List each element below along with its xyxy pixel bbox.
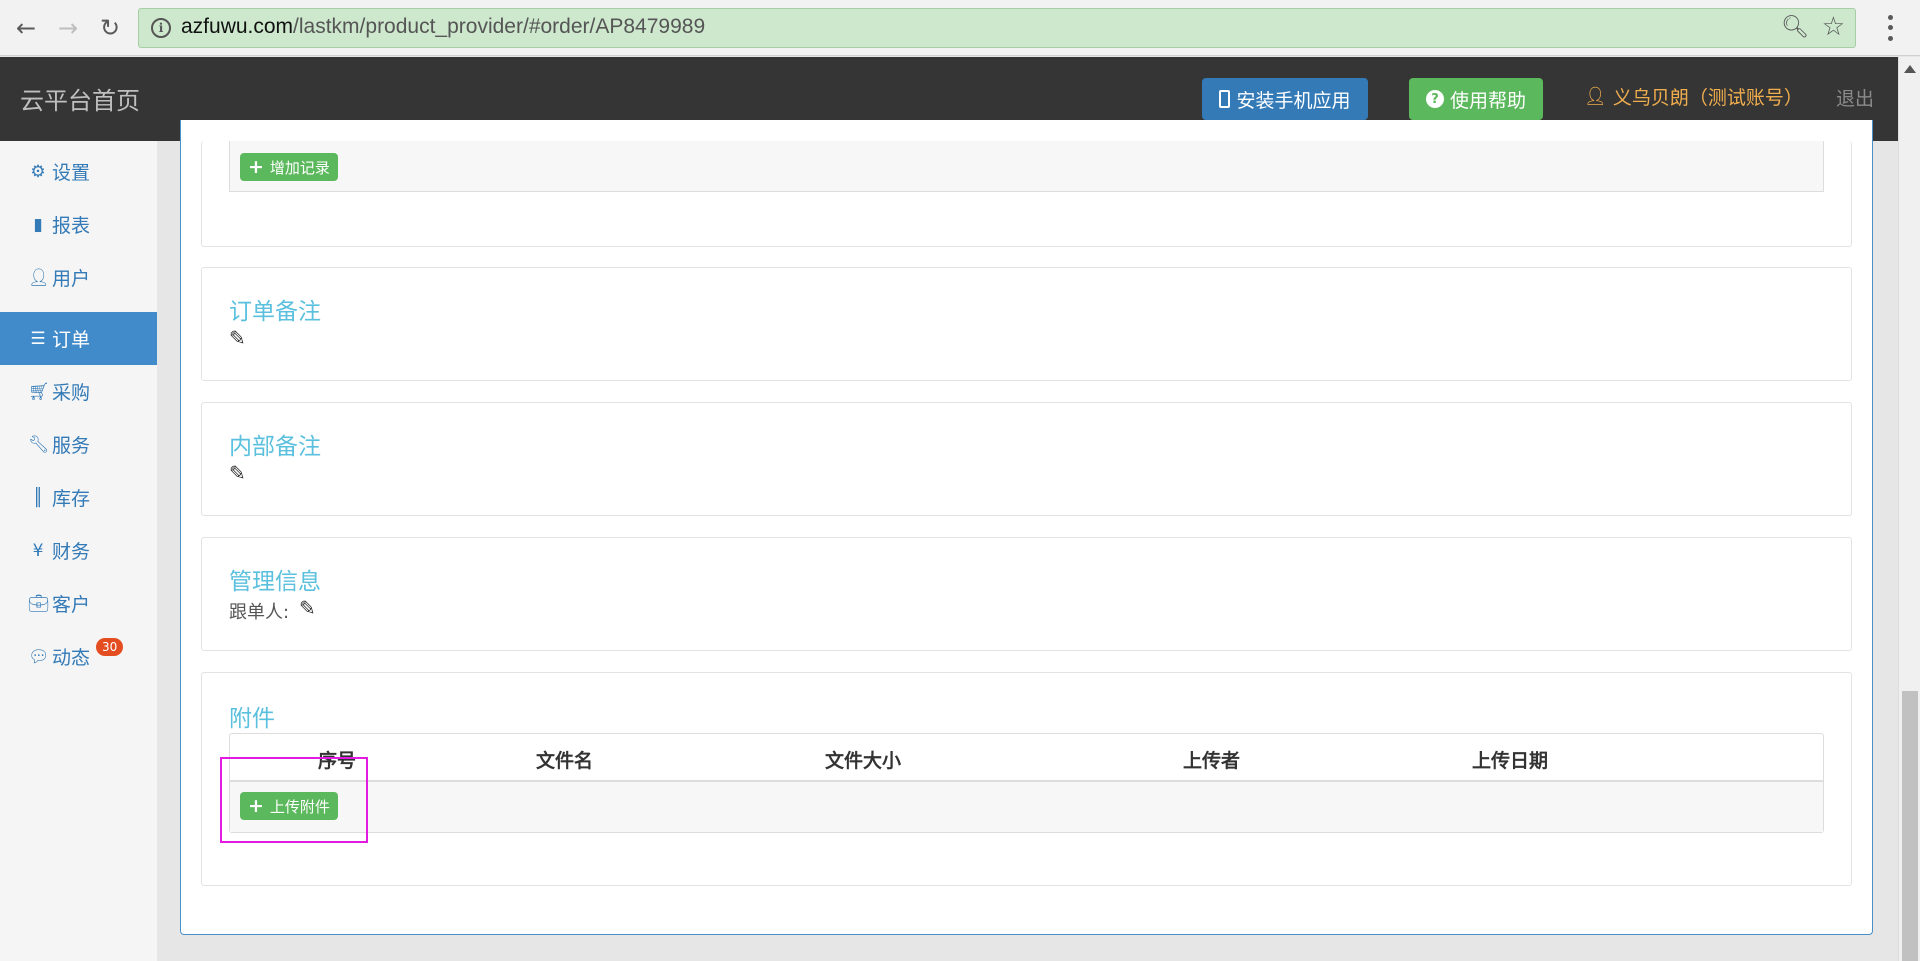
star-icon[interactable]: ☆ xyxy=(1822,12,1845,42)
sidebar-item-label: 采购 xyxy=(52,382,91,404)
table-header: 序号 文件名 文件大小 上传者 上传日期 xyxy=(230,734,1823,782)
help-button[interactable]: ? 使用帮助 xyxy=(1409,78,1543,120)
column-header: 上传日期 xyxy=(1472,750,1549,772)
order-note-section: 订单备注 ✎ xyxy=(201,267,1852,381)
sidebar: ⚙ 设置 ▮ 报表 👤︎ 用户 ☰ 订单 🛒︎ 采购 🔧︎ 服务 ║ 库存 ¥ … xyxy=(0,141,157,961)
internal-note-section: 内部备注 ✎ xyxy=(201,402,1852,516)
page-scrollbar[interactable] xyxy=(1898,57,1920,961)
bar-chart-icon: ▮ xyxy=(33,214,43,235)
menu-dots-icon[interactable] xyxy=(1880,12,1900,44)
internal-note-title: 内部备注 xyxy=(229,434,321,460)
sidebar-item-label: 设置 xyxy=(52,162,91,184)
wrench-icon: 🔧︎ xyxy=(28,434,50,455)
sidebar-item-label: 财务 xyxy=(52,541,91,563)
sidebar-item-purchasing[interactable]: 🛒︎ 采购 xyxy=(0,365,157,418)
add-record-label: 增加记录 xyxy=(269,158,330,177)
pencil-icon[interactable]: ✎ xyxy=(229,461,246,485)
sidebar-item-activity[interactable]: 💬︎ 动态 30 xyxy=(0,630,157,683)
sidebar-item-label: 动态 xyxy=(52,647,91,669)
yen-icon: ¥ xyxy=(32,540,44,561)
brand-link[interactable]: 云平台首页 xyxy=(20,81,140,116)
sidebar-item-users[interactable]: 👤︎ 用户 xyxy=(0,251,157,304)
zoom-icon[interactable]: 🔍︎ xyxy=(1781,15,1809,40)
sidebar-item-services[interactable]: 🔧︎ 服务 xyxy=(0,418,157,471)
sidebar-item-finance[interactable]: ¥ 财务 xyxy=(0,524,157,577)
order-note-title: 订单备注 xyxy=(229,299,321,325)
url-host: azfuwu.com xyxy=(181,15,294,38)
logout-link[interactable]: 退出 xyxy=(1836,84,1874,111)
column-header: 文件名 xyxy=(536,750,594,772)
barcode-icon: ║ xyxy=(32,487,44,508)
notification-badge: 30 xyxy=(96,638,124,656)
user-menu-link[interactable]: 👤︎ 义乌贝朗（测试账号） xyxy=(1584,83,1803,110)
reload-icon[interactable]: ↻ xyxy=(92,10,128,46)
sidebar-item-label: 服务 xyxy=(52,435,91,457)
sidebar-item-label: 用户 xyxy=(52,268,91,290)
pencil-icon[interactable]: ✎ xyxy=(229,326,246,350)
user-icon: 👤︎ xyxy=(1584,86,1607,107)
attachments-title: 附件 xyxy=(229,706,275,732)
address-bar[interactable]: i azfuwu.com/lastkm/product_provider/#or… xyxy=(138,8,1856,48)
records-footer: + 增加记录 xyxy=(229,141,1824,192)
column-header: 文件大小 xyxy=(825,750,902,772)
add-record-button[interactable]: + 增加记录 xyxy=(240,153,338,181)
comment-icon: 💬︎ xyxy=(28,646,50,667)
sidebar-item-label: 库存 xyxy=(52,488,91,510)
user-icon: 👤︎ xyxy=(28,267,50,288)
cog-icon: ⚙ xyxy=(30,161,46,182)
sidebar-item-reports[interactable]: ▮ 报表 xyxy=(0,198,157,251)
forward-arrow-icon[interactable]: → xyxy=(50,10,86,46)
back-arrow-icon[interactable]: ← xyxy=(8,10,44,46)
info-icon[interactable]: i xyxy=(151,18,171,38)
install-app-button[interactable]: 安装手机应用 xyxy=(1202,78,1368,120)
question-circle-icon: ? xyxy=(1425,90,1444,108)
table-footer: + 上传附件 xyxy=(230,782,1823,832)
briefcase-icon: 💼︎ xyxy=(28,593,50,614)
scroll-up-arrow-icon[interactable] xyxy=(1904,65,1916,73)
attachments-table: 序号 文件名 文件大小 上传者 上传日期 + 上传附件 xyxy=(229,733,1824,833)
sidebar-item-label: 报表 xyxy=(52,215,91,237)
browser-toolbar: ← → ↻ i azfuwu.com/lastkm/product_provid… xyxy=(0,0,1920,56)
plus-icon: + xyxy=(248,156,264,178)
management-info-title: 管理信息 xyxy=(229,569,321,595)
url-path: /lastkm/product_provider/#order/AP847998… xyxy=(293,15,706,38)
sidebar-item-orders[interactable]: ☰ 订单 xyxy=(0,312,157,365)
install-app-label: 安装手机应用 xyxy=(1236,89,1351,112)
highlight-annotation xyxy=(220,757,368,843)
url-text[interactable]: azfuwu.com/lastkm/product_provider/#orde… xyxy=(181,15,705,39)
sidebar-item-label: 客户 xyxy=(52,594,91,616)
mobile-phone-icon xyxy=(1219,90,1231,108)
user-name: 义乌贝朗（测试账号） xyxy=(1612,87,1803,109)
sidebar-item-settings[interactable]: ⚙ 设置 xyxy=(0,145,157,198)
follower-label: 跟单人: xyxy=(229,602,290,623)
column-header: 上传者 xyxy=(1183,750,1241,772)
management-info-section: 管理信息 跟单人: ✎ xyxy=(201,537,1852,651)
sidebar-item-label: 订单 xyxy=(52,329,91,351)
cart-icon: 🛒︎ xyxy=(28,381,50,402)
scrollbar-thumb[interactable] xyxy=(1902,691,1918,961)
pencil-icon[interactable]: ✎ xyxy=(299,596,316,620)
sidebar-item-customers[interactable]: 💼︎ 客户 xyxy=(0,577,157,630)
help-label: 使用帮助 xyxy=(1449,89,1526,112)
sidebar-item-inventory[interactable]: ║ 库存 xyxy=(0,471,157,524)
list-icon: ☰ xyxy=(30,328,46,349)
